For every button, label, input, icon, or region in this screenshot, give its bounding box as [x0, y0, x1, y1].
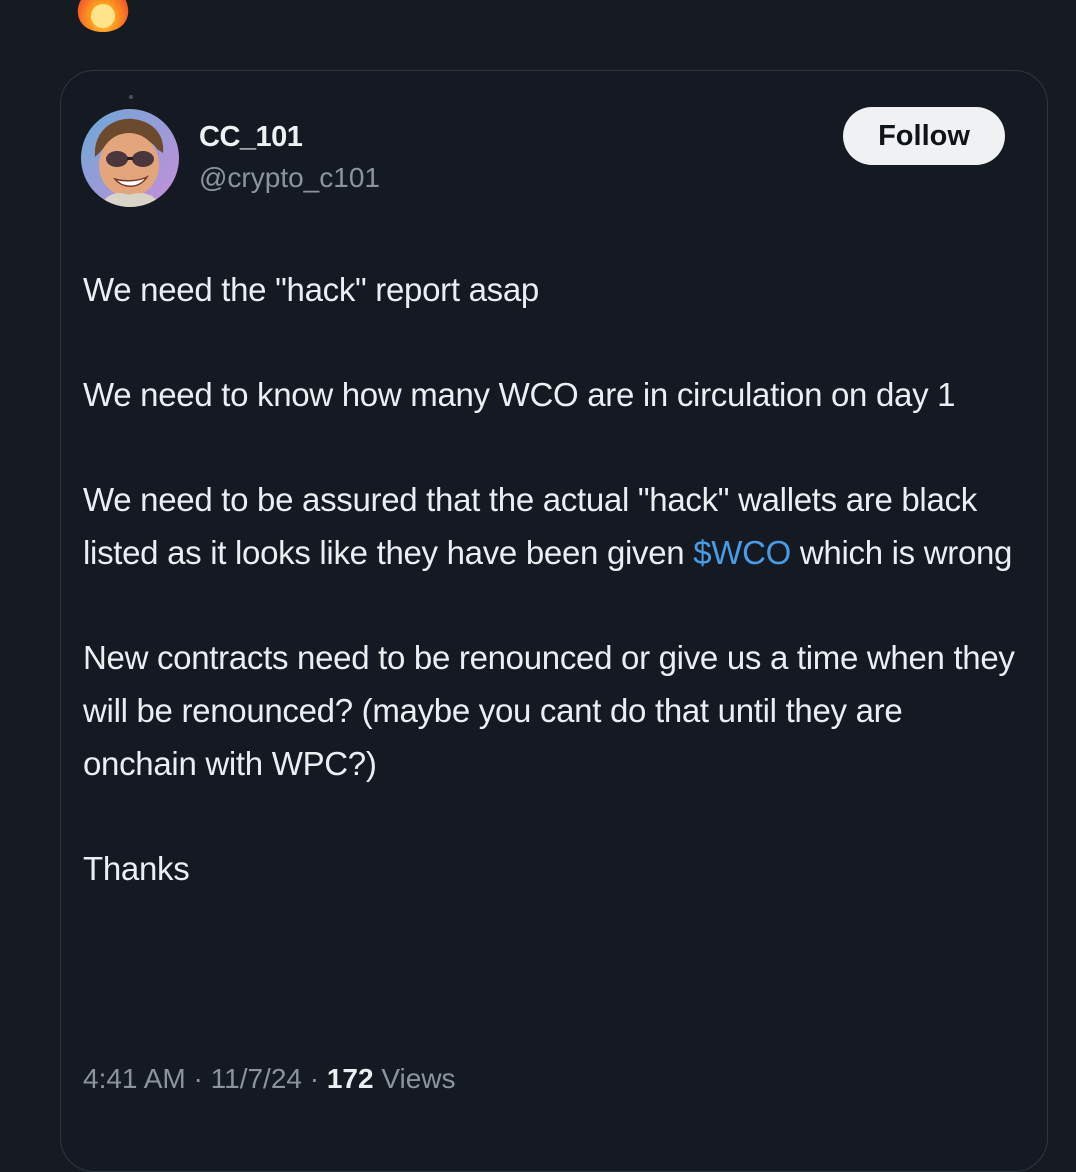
fire-emoji-icon — [77, 0, 129, 32]
meta-separator: · — [193, 1063, 203, 1094]
tweet-text: We need the "hack" report asap We need t… — [83, 263, 1023, 947]
display-name[interactable]: CC_101 — [199, 121, 303, 154]
tweet-paragraph: New contracts need to be renounced or gi… — [83, 639, 1015, 782]
tweet-meta: 4:41 AM · 11/7/24 · 172 Views — [83, 1063, 456, 1095]
tweet-date[interactable]: 11/7/24 — [211, 1063, 302, 1094]
tweet-paragraph: We need to be assured that the actual "h… — [83, 473, 1023, 579]
tweet-paragraph: Thanks — [83, 850, 190, 887]
tweet-card[interactable]: CC_101 @crypto_c101 Follow We need the "… — [60, 70, 1048, 1172]
views-label: Views — [381, 1063, 456, 1094]
tweet-paragraph: We need to know how many WCO are in circ… — [83, 376, 956, 413]
user-handle[interactable]: @crypto_c101 — [199, 162, 380, 194]
avatar[interactable] — [81, 109, 179, 207]
tweet-paragraph: We need the "hack" report asap — [83, 271, 539, 308]
follow-button[interactable]: Follow — [843, 107, 1005, 165]
tweet-text-segment: which is wrong — [791, 534, 1013, 571]
avatar-image — [81, 109, 179, 207]
decorative-dot — [129, 95, 133, 99]
cashtag-link[interactable]: $WCO — [693, 534, 791, 571]
views-count[interactable]: 172 — [327, 1063, 374, 1094]
meta-separator: · — [309, 1063, 320, 1094]
tweet-time[interactable]: 4:41 AM — [83, 1063, 186, 1094]
